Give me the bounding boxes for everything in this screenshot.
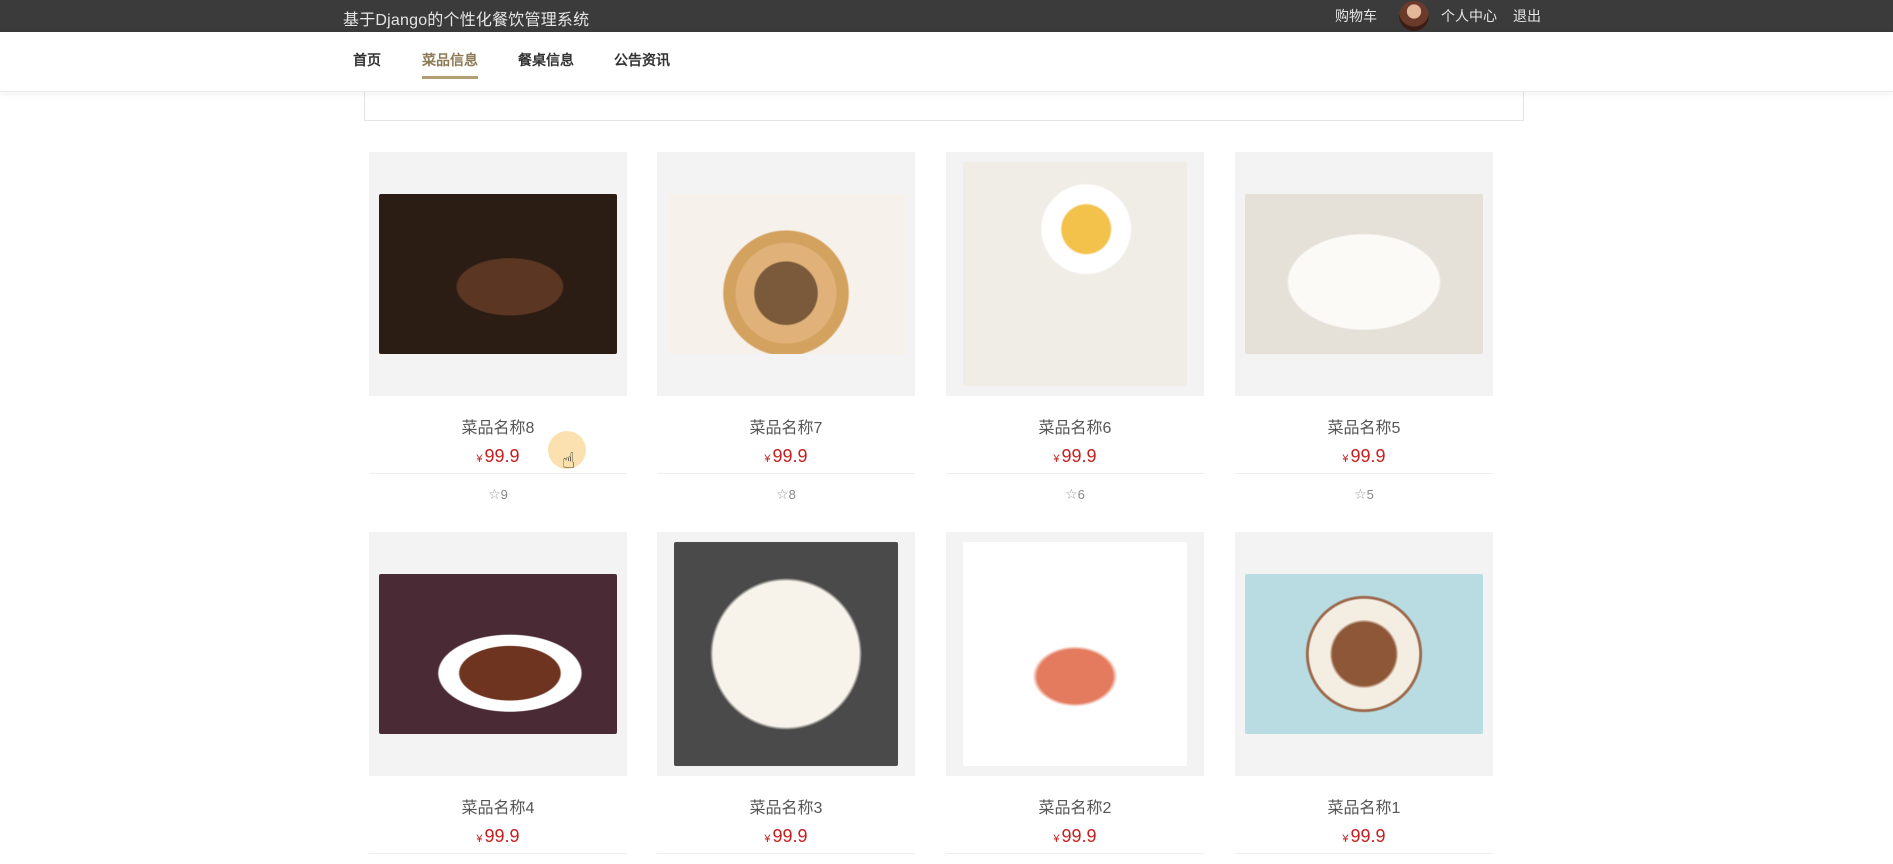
- nav-item-label: 首页: [353, 52, 381, 68]
- divider: [946, 853, 1204, 854]
- cart-link[interactable]: 购物车: [1335, 6, 1377, 26]
- product-name[interactable]: 菜品名称2: [946, 794, 1204, 818]
- currency-symbol: ¥: [1342, 453, 1349, 465]
- favorite-value: 6: [1077, 487, 1085, 502]
- currency-symbol: ¥: [1053, 833, 1060, 845]
- divider: [657, 473, 915, 474]
- price-value: 99.9: [484, 826, 520, 846]
- nav-item-home[interactable]: 首页: [353, 50, 381, 70]
- avatar[interactable]: [1399, 1, 1429, 31]
- product-price: ¥99.9: [369, 826, 627, 847]
- currency-symbol: ¥: [476, 453, 483, 465]
- currency-symbol: ¥: [476, 833, 483, 845]
- product-image: [1245, 194, 1483, 354]
- favorite-value: 9: [500, 487, 508, 502]
- product-price: ¥99.9: [946, 446, 1204, 467]
- hand-pointer-icon: ☝: [562, 448, 576, 473]
- star-outline-icon: ☆: [1065, 486, 1078, 502]
- product-image-box[interactable]: [657, 532, 915, 776]
- product-card[interactable]: 菜品名称6 ¥99.9 ☆6: [946, 152, 1204, 503]
- product-name[interactable]: 菜品名称4: [369, 794, 627, 818]
- favorite-count: ☆9: [369, 486, 627, 503]
- logout-link[interactable]: 退出: [1513, 6, 1541, 26]
- product-image-box[interactable]: [657, 152, 915, 396]
- product-card[interactable]: 菜品名称8 ¥99.9 ☆9: [369, 152, 627, 503]
- currency-symbol: ¥: [764, 453, 771, 465]
- product-card[interactable]: 菜品名称4 ¥99.9: [369, 532, 627, 854]
- currency-symbol: ¥: [1053, 453, 1060, 465]
- favorite-count: ☆5: [1235, 486, 1493, 503]
- divider: [369, 853, 627, 854]
- product-image-box[interactable]: [1235, 532, 1493, 776]
- product-image-box[interactable]: [369, 152, 627, 396]
- product-image-box[interactable]: [946, 152, 1204, 396]
- site-title: 基于Django的个性化餐饮管理系统: [343, 12, 590, 29]
- price-value: 99.9: [1350, 446, 1386, 466]
- price-value: 99.9: [484, 446, 520, 466]
- divider: [1235, 853, 1493, 854]
- product-name[interactable]: 菜品名称7: [657, 414, 915, 438]
- product-name[interactable]: 菜品名称6: [946, 414, 1204, 438]
- product-price: ¥99.9: [1235, 446, 1493, 467]
- nav-item-label: 菜品信息: [422, 52, 478, 68]
- active-underline: [422, 76, 478, 79]
- top-bar-actions: 购物车 个人中心 退出: [1319, 0, 1541, 32]
- nav-item-announcements[interactable]: 公告资讯: [614, 50, 670, 70]
- nav-item-dishes[interactable]: 菜品信息: [422, 50, 478, 79]
- nav-item-tables[interactable]: 餐桌信息: [518, 50, 574, 70]
- product-name[interactable]: 菜品名称8: [369, 414, 627, 438]
- divider: [946, 473, 1204, 474]
- price-value: 99.9: [1061, 826, 1097, 846]
- product-name[interactable]: 菜品名称5: [1235, 414, 1493, 438]
- product-image: [963, 542, 1187, 766]
- favorite-value: 8: [788, 487, 796, 502]
- product-image-box[interactable]: [1235, 152, 1493, 396]
- product-image: [1245, 574, 1483, 734]
- product-price: ¥99.9: [657, 826, 915, 847]
- main-nav: 首页 菜品信息 餐桌信息 公告资讯: [0, 32, 1893, 92]
- currency-symbol: ¥: [1342, 833, 1349, 845]
- favorite-value: 5: [1366, 487, 1374, 502]
- favorite-count: ☆6: [946, 486, 1204, 503]
- product-card[interactable]: 菜品名称3 ¥99.9: [657, 532, 915, 854]
- product-image: [379, 194, 617, 354]
- product-name[interactable]: 菜品名称1: [1235, 794, 1493, 818]
- nav-item-label: 餐桌信息: [518, 52, 574, 68]
- profile-link[interactable]: 个人中心: [1441, 6, 1497, 26]
- divider: [657, 853, 915, 854]
- product-image-box[interactable]: [946, 532, 1204, 776]
- price-value: 99.9: [772, 826, 808, 846]
- product-card[interactable]: 菜品名称7 ¥99.9 ☆8: [657, 152, 915, 503]
- product-price: ¥99.9: [946, 826, 1204, 847]
- product-card[interactable]: 菜品名称1 ¥99.9: [1235, 532, 1493, 854]
- product-image: [963, 162, 1187, 386]
- price-value: 99.9: [1350, 826, 1386, 846]
- star-outline-icon: ☆: [488, 486, 501, 502]
- price-value: 99.9: [772, 446, 808, 466]
- divider: [1235, 473, 1493, 474]
- divider: [369, 473, 627, 474]
- product-card[interactable]: 菜品名称2 ¥99.9: [946, 532, 1204, 854]
- product-price: ¥99.9: [1235, 826, 1493, 847]
- product-image: [379, 574, 617, 734]
- product-card[interactable]: 菜品名称5 ¥99.9 ☆5: [1235, 152, 1493, 503]
- currency-symbol: ¥: [764, 833, 771, 845]
- top-bar: 基于Django的个性化餐饮管理系统 购物车 个人中心 退出: [0, 0, 1893, 32]
- favorite-count: ☆8: [657, 486, 915, 503]
- product-image-box[interactable]: [369, 532, 627, 776]
- product-price: ¥99.9: [369, 446, 627, 467]
- product-price: ¥99.9: [657, 446, 915, 467]
- product-image: [674, 542, 898, 766]
- product-name[interactable]: 菜品名称3: [657, 794, 915, 818]
- star-outline-icon: ☆: [776, 486, 789, 502]
- product-image: [667, 194, 905, 354]
- star-outline-icon: ☆: [1354, 486, 1367, 502]
- price-value: 99.9: [1061, 446, 1097, 466]
- nav-item-label: 公告资讯: [614, 52, 670, 68]
